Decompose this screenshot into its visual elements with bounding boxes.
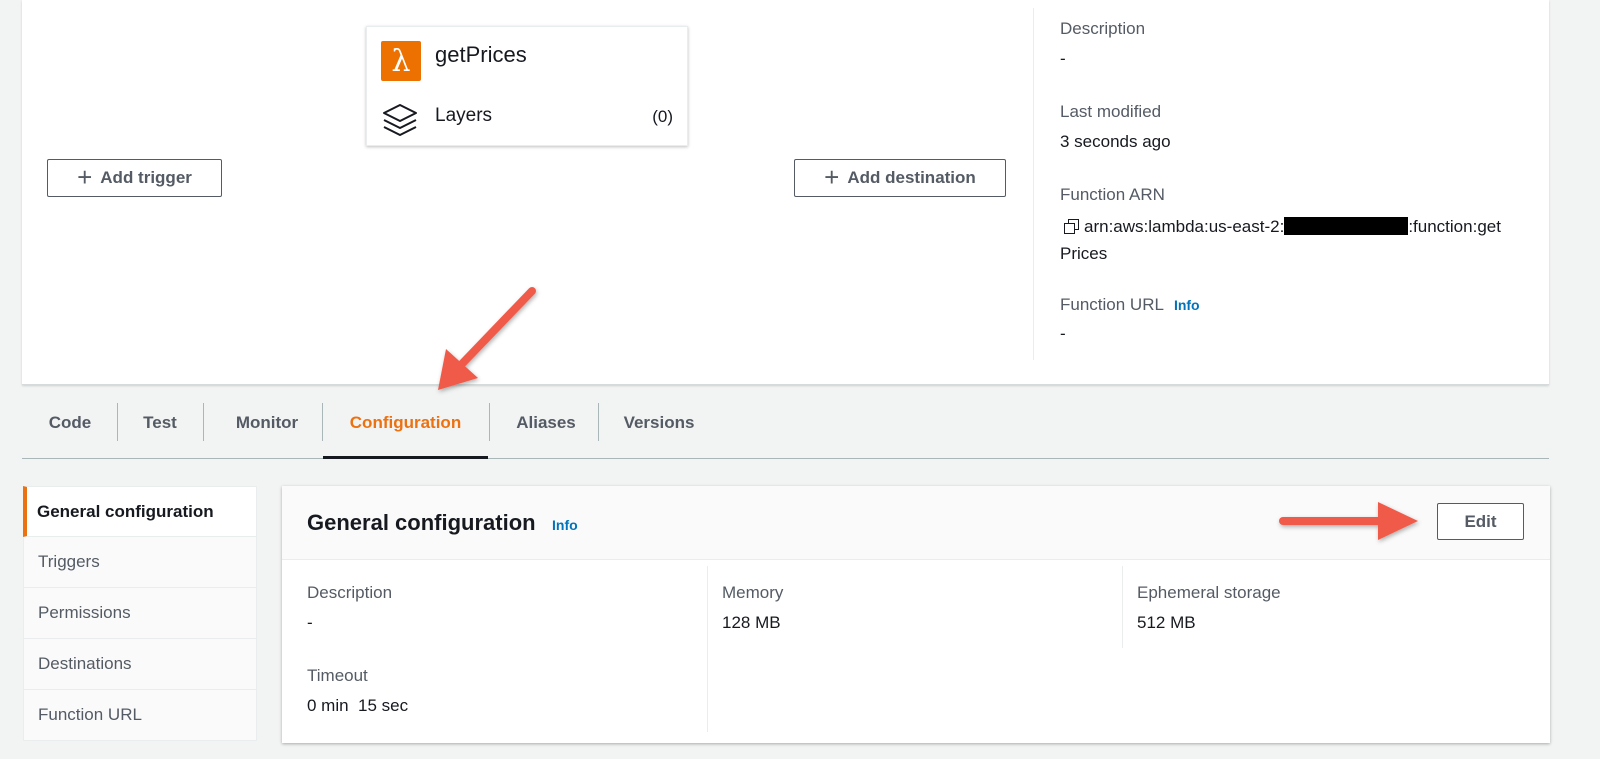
arn-suffix: :function:get [1408, 217, 1501, 236]
tab-configuration[interactable]: Configuration [323, 388, 488, 459]
tab-separator [489, 403, 490, 441]
function-arn-label: Function ARN [1060, 185, 1165, 204]
tab-versions[interactable]: Versions [604, 388, 714, 458]
general-configuration-info-link[interactable]: Info [552, 517, 578, 533]
function-card[interactable]: λ getPrices Layers (0) [366, 26, 688, 146]
gc-timeout-label: Timeout [307, 666, 368, 685]
general-configuration-panel: General configuration Info Edit Descript… [282, 486, 1550, 743]
tab-separator [598, 403, 599, 441]
description-label: Description [1060, 19, 1146, 38]
gc-ephemeral-storage-label: Ephemeral storage [1137, 583, 1281, 602]
layers-label: Layers [435, 105, 493, 126]
tab-code[interactable]: Code [36, 388, 104, 458]
arn-prefix: arn:aws:lambda:us-east-2: [1084, 217, 1285, 236]
tab-test[interactable]: Test [126, 388, 194, 458]
tab-monitor[interactable]: Monitor [212, 388, 322, 458]
arn-suffix-line2: Prices [1060, 244, 1108, 263]
tab-separator [117, 403, 118, 441]
general-configuration-header: General configuration Info Edit [282, 486, 1550, 560]
last-modified-label: Last modified [1060, 102, 1162, 121]
function-arn-value: arn:aws:lambda:us-east-2: :function:get P… [1060, 213, 1534, 267]
edit-button-label: Edit [1464, 511, 1497, 531]
sidenav-item-function-url[interactable]: Function URL [23, 690, 257, 741]
gc-description-value: - [307, 613, 313, 632]
general-configuration-title: General configuration [307, 510, 536, 535]
function-overview-panel [22, 0, 1549, 385]
column-divider [1122, 566, 1123, 648]
add-destination-button[interactable]: + Add destination [794, 159, 1006, 197]
column-divider [707, 566, 708, 732]
tab-separator [203, 403, 204, 441]
sidenav-item-general-configuration[interactable]: General configuration [23, 486, 257, 537]
function-url-label: Function URL Info [1060, 295, 1200, 315]
lambda-icon: λ [381, 41, 421, 81]
last-modified-value: 3 seconds ago [1060, 132, 1171, 151]
plus-icon: + [824, 162, 840, 192]
sidenav-item-permissions[interactable]: Permissions [23, 588, 257, 639]
redacted-account-id [1284, 217, 1409, 235]
sidenav-item-destinations[interactable]: Destinations [23, 639, 257, 690]
add-destination-label: Add destination [847, 168, 976, 187]
layers-count: (0) [652, 107, 673, 126]
add-trigger-button[interactable]: + Add trigger [47, 159, 222, 197]
plus-icon: + [77, 162, 93, 192]
function-url-label-text: Function URL [1060, 295, 1164, 314]
function-name: getPrices [435, 42, 527, 67]
function-url-info-link[interactable]: Info [1174, 297, 1200, 313]
configuration-side-nav: General configuration Triggers Permissio… [23, 486, 257, 741]
gc-ephemeral-storage-value: 512 MB [1137, 613, 1196, 632]
sidenav-item-triggers[interactable]: Triggers [23, 537, 257, 588]
edit-button[interactable]: Edit [1437, 503, 1524, 540]
tab-bar: Code Test Monitor Configuration Aliases … [22, 388, 1549, 459]
layers-icon [383, 104, 417, 136]
add-trigger-label: Add trigger [100, 168, 192, 187]
function-url-value: - [1060, 324, 1066, 343]
tab-aliases[interactable]: Aliases [496, 388, 596, 458]
gc-memory-value: 128 MB [722, 613, 781, 632]
copy-icon[interactable] [1064, 219, 1079, 234]
gc-description-label: Description [307, 583, 393, 602]
overview-divider [1033, 8, 1034, 360]
gc-timeout-value: 0 min 15 sec [307, 696, 409, 715]
description-value: - [1060, 49, 1066, 68]
gc-memory-label: Memory [722, 583, 784, 602]
